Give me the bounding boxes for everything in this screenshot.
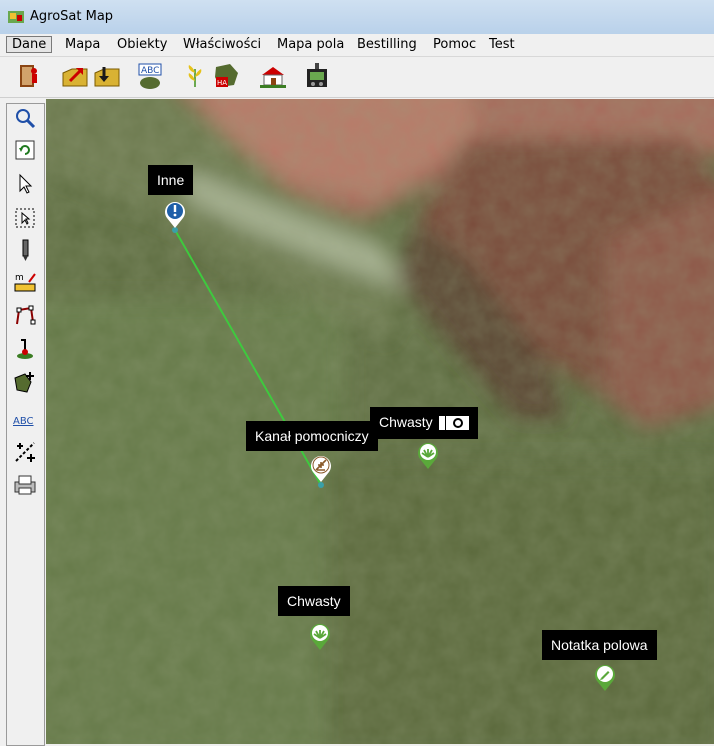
menu-wlasciwosci[interactable]: Właściwości — [178, 37, 266, 52]
add-field-icon[interactable] — [13, 370, 37, 394]
text-icon[interactable]: ABC — [13, 408, 37, 432]
svg-text:HA: HA — [217, 79, 227, 87]
menu-obiekty[interactable]: Obiekty — [112, 37, 172, 52]
labels-icon[interactable]: ABC — [136, 61, 166, 91]
channel-icon[interactable] — [309, 453, 333, 483]
menu-bar: Dane Mapa Obiekty Właściwości Mapa pola … — [0, 34, 714, 57]
svg-text:ABC: ABC — [13, 416, 34, 427]
gps-track-icon[interactable] — [13, 338, 37, 362]
marker-label-chwasty-2: Chwasty — [278, 586, 350, 616]
export-icon[interactable] — [92, 61, 122, 91]
weed-icon[interactable] — [308, 621, 332, 651]
gps-icon[interactable] — [302, 61, 332, 91]
weed-icon[interactable] — [416, 440, 440, 470]
refresh-icon[interactable] — [13, 138, 37, 162]
menu-pomoc[interactable]: Pomoc — [428, 37, 481, 52]
title-bar: AgroSat Map — [0, 0, 714, 35]
map-view[interactable]: Inne Kanał pomocniczy Chwasty Chwasty No… — [46, 99, 714, 744]
app-icon — [8, 11, 24, 23]
marker-label-chwasty-1: Chwasty — [370, 407, 478, 440]
toolbar: ABC HA — [0, 57, 714, 98]
pen-icon[interactable] — [593, 662, 617, 692]
marker-label-inne: Inne — [148, 165, 194, 195]
zoom-icon[interactable] — [13, 106, 37, 130]
measure-icon[interactable]: m — [13, 270, 37, 294]
print-icon[interactable] — [13, 472, 37, 496]
pencil-icon[interactable] — [13, 238, 37, 262]
camera-icon[interactable] — [438, 414, 469, 432]
rect-select-icon[interactable] — [13, 206, 37, 230]
menu-mapa[interactable]: Mapa — [60, 37, 105, 52]
menu-mapa-pola[interactable]: Mapa pola — [272, 37, 349, 52]
menu-bestilling[interactable]: Bestilling — [352, 37, 422, 52]
area-ha-icon[interactable]: HA — [212, 61, 242, 91]
marker-label-notatka: Notatka polowa — [542, 630, 657, 660]
select-icon[interactable] — [13, 172, 37, 196]
farm-icon[interactable] — [258, 61, 288, 91]
svg-text:m: m — [15, 273, 24, 283]
polygon-edit-icon[interactable] — [13, 304, 37, 328]
marker-label-kanal: Kanał pomocniczy — [246, 421, 378, 451]
marker-label-chwasty-1-text: Chwasty — [379, 414, 433, 430]
exclamation-icon[interactable] — [163, 199, 187, 229]
svg-text:ABC: ABC — [141, 66, 159, 76]
split-icon[interactable] — [13, 440, 37, 464]
exit-icon[interactable] — [14, 61, 44, 91]
import-icon[interactable] — [60, 61, 90, 91]
window-title: AgroSat Map — [30, 9, 114, 24]
menu-test[interactable]: Test — [484, 37, 520, 52]
menu-dane[interactable]: Dane — [6, 36, 53, 53]
crop-icon[interactable] — [180, 61, 210, 91]
left-toolbar: m ABC — [6, 103, 45, 746]
